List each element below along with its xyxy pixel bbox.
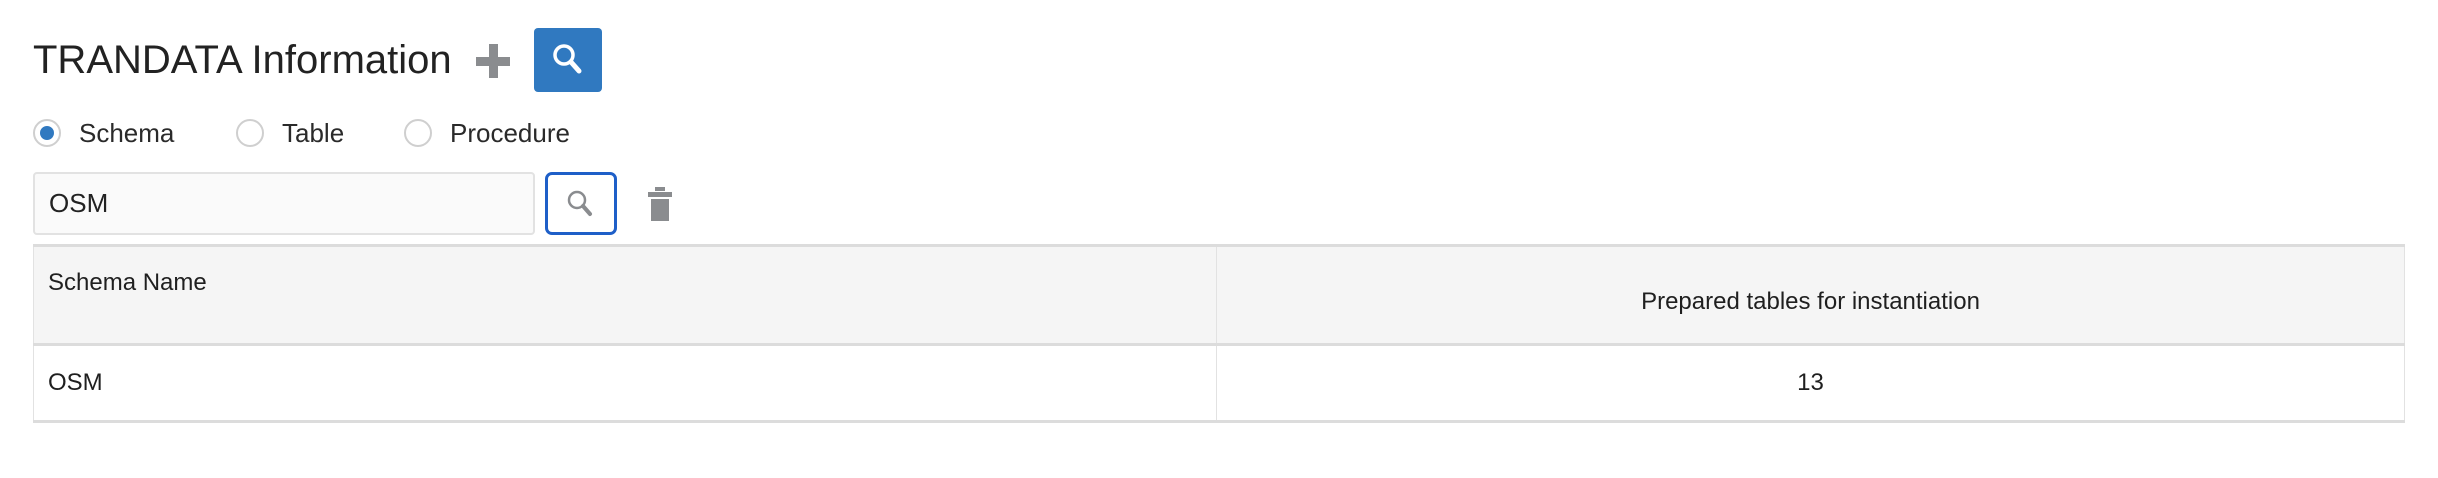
table-header-row: Schema Name Prepared tables for instanti… xyxy=(33,245,2405,345)
search-toggle-button[interactable] xyxy=(534,28,602,92)
table-row[interactable]: OSM 13 xyxy=(33,344,2405,422)
trandata-table: Schema Name Prepared tables for instanti… xyxy=(33,244,2405,423)
trash-icon xyxy=(648,187,672,221)
radio-button[interactable] xyxy=(404,119,432,147)
radio-button[interactable] xyxy=(33,119,61,147)
search-button[interactable] xyxy=(545,172,617,235)
radio-label: Table xyxy=(282,117,345,148)
filter-input[interactable] xyxy=(33,172,535,235)
radio-button[interactable] xyxy=(236,119,264,147)
radio-label: Procedure xyxy=(450,117,570,148)
cell-schema-name: OSM xyxy=(33,344,1217,422)
search-icon xyxy=(567,190,592,216)
radio-procedure[interactable]: Procedure xyxy=(404,114,570,152)
search-icon xyxy=(553,44,582,74)
column-header-schema-name[interactable]: Schema Name xyxy=(33,245,1217,345)
column-header-prepared-tables[interactable]: Prepared tables for instantiation xyxy=(1216,245,2405,345)
page-title: TRANDATA Information xyxy=(33,38,452,82)
clear-button[interactable] xyxy=(646,186,674,222)
cell-prepared-tables: 13 xyxy=(1216,344,2405,422)
radio-label: Schema xyxy=(79,117,175,148)
radio-table[interactable]: Table xyxy=(236,114,344,152)
radio-schema[interactable]: Schema xyxy=(33,114,174,152)
add-button[interactable] xyxy=(470,38,516,84)
